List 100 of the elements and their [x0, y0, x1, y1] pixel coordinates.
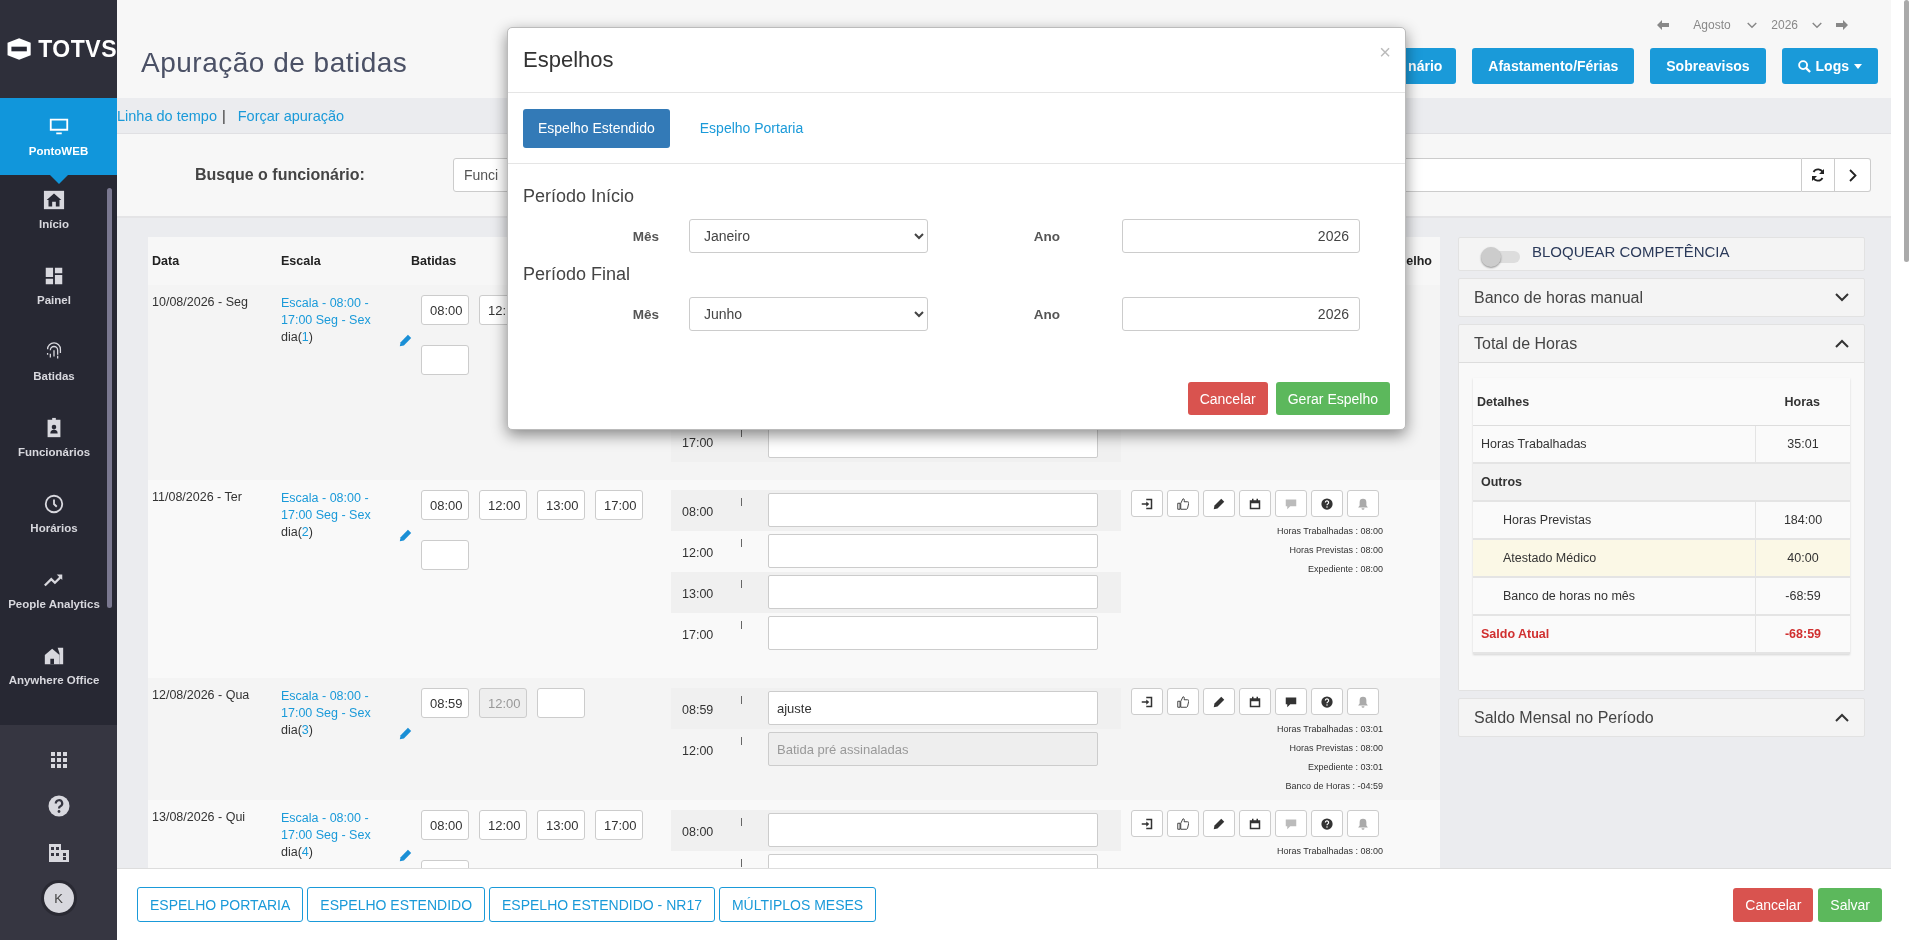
sidebar-item[interactable]: People Analytics: [0, 555, 108, 631]
punch-field[interactable]: 08:59: [421, 688, 469, 718]
sidebar-item[interactable]: Painel: [0, 251, 108, 327]
year-field[interactable]: 2026: [1122, 297, 1360, 331]
building-icon[interactable]: [48, 844, 69, 862]
note-field[interactable]: [768, 616, 1098, 650]
sidebar-item[interactable]: Anywhere Office: [0, 631, 108, 707]
search-icon: [1797, 59, 1811, 73]
chevron-down-icon: [1747, 21, 1758, 29]
help-button[interactable]: [1311, 688, 1343, 715]
calendar-button[interactable]: [1239, 688, 1271, 715]
punch-field[interactable]: 13:00: [537, 490, 585, 520]
calendar-icon: [1249, 497, 1261, 510]
time-label: 08:59: [681, 702, 715, 717]
next-button[interactable]: [1835, 158, 1871, 192]
pencil-icon[interactable]: [399, 727, 412, 740]
arrow-right-icon[interactable]: [1836, 20, 1848, 30]
field-label: Ano: [1032, 306, 1060, 322]
punch-field[interactable]: 12:00: [479, 490, 527, 520]
tab[interactable]: Espelho Estendido: [523, 108, 670, 148]
clock-icon: [43, 493, 65, 515]
comment-button[interactable]: [1275, 688, 1307, 715]
punch-field[interactable]: [421, 345, 469, 375]
scrollbar[interactable]: [1904, 0, 1909, 262]
cancel-button[interactable]: Cancelar: [1187, 382, 1268, 415]
sidebar-item[interactable]: Início: [0, 175, 108, 251]
refresh-button[interactable]: [1802, 158, 1835, 192]
punch-field[interactable]: 08:00: [421, 490, 469, 520]
thumbs-up-icon: [1177, 817, 1189, 830]
page-title: Apuração de batidas: [141, 47, 408, 79]
note-field[interactable]: [768, 493, 1098, 527]
month-select[interactable]: Junho: [689, 297, 928, 331]
comment-icon: [1285, 497, 1297, 510]
thumbs-up-button[interactable]: [1167, 688, 1199, 715]
summary-text: Horas Trabalhadas : 08:00: [1276, 525, 1383, 538]
table-cell: Horas Previstas: [1473, 502, 1756, 538]
pencil-button[interactable]: [1203, 810, 1235, 837]
scrollbar[interactable]: [107, 188, 112, 608]
year-field[interactable]: 2026: [1122, 219, 1360, 253]
accordion-header[interactable]: Saldo Mensal no Período: [1459, 699, 1864, 736]
note-field[interactable]: ajuste: [768, 691, 1098, 725]
help-button[interactable]: [1311, 810, 1343, 837]
home-icon: [43, 189, 65, 211]
punch-field[interactable]: 12:00: [479, 810, 527, 840]
caret-icon: [1854, 63, 1862, 69]
pencil-button[interactable]: [1203, 688, 1235, 715]
column-header: Batidas: [411, 254, 457, 268]
table-cell-text: -68:59: [1784, 588, 1822, 605]
refresh-icon: [1811, 168, 1825, 182]
pencil-icon[interactable]: [399, 849, 412, 862]
exit-button[interactable]: [1131, 490, 1163, 517]
exit-icon: [1141, 695, 1153, 708]
note-field[interactable]: [768, 534, 1098, 568]
help-icon: [1321, 497, 1333, 510]
dialog-title: Espelhos: [523, 47, 614, 73]
calendar-button[interactable]: [1239, 490, 1271, 517]
punch-field[interactable]: 17:00: [595, 810, 643, 840]
punch-field[interactable]: [537, 688, 585, 718]
time-label: 12:00: [681, 545, 715, 560]
table-cell-text: 40:00: [1786, 550, 1820, 567]
day-label: dia(3): [281, 722, 314, 739]
punch-field[interactable]: 17:00: [595, 490, 643, 520]
sidebar-item[interactable]: Batidas: [0, 327, 108, 403]
pencil-icon[interactable]: [399, 334, 412, 347]
punch-field[interactable]: 08:00: [421, 295, 469, 325]
pencil-icon[interactable]: [399, 529, 412, 542]
thumbs-up-button[interactable]: [1167, 490, 1199, 517]
help-icon: [1321, 695, 1333, 708]
accordion-header[interactable]: Banco de horas manual: [1459, 279, 1864, 316]
cancel-button[interactable]: Cancelar: [1733, 887, 1814, 922]
exit-button[interactable]: [1131, 688, 1163, 715]
month-select[interactable]: Janeiro: [689, 219, 928, 253]
sidebar-item[interactable]: Horários: [0, 479, 108, 555]
help-button[interactable]: [1311, 490, 1343, 517]
apps-icon[interactable]: [50, 752, 67, 768]
user-avatar[interactable]: K: [43, 883, 74, 913]
thumbs-up-icon: [1177, 497, 1189, 510]
bell-icon: [1357, 817, 1369, 830]
table-cell-text: Outros: [1480, 474, 1523, 491]
date-cell-text: 12/08/2026 - Qua: [152, 688, 251, 704]
time-label: 12:00: [681, 743, 715, 758]
exit-button[interactable]: [1131, 810, 1163, 837]
note-field[interactable]: [768, 575, 1098, 609]
help-icon[interactable]: [47, 795, 70, 817]
calendar-button[interactable]: [1239, 810, 1271, 837]
sidebar-item[interactable]: Funcionários: [0, 403, 108, 479]
note-field[interactable]: [768, 813, 1098, 847]
search-label: Busque o funcionário:: [195, 166, 366, 184]
calendar-icon: [1249, 817, 1261, 830]
pencil-button[interactable]: [1203, 490, 1235, 517]
punch-field[interactable]: 13:00: [537, 810, 585, 840]
thumbs-up-button[interactable]: [1167, 810, 1199, 837]
separator-text: |: [221, 107, 226, 124]
pencil-icon: [1213, 695, 1225, 708]
summary-text: Banco de Horas : -04:59: [1285, 780, 1383, 793]
punch-field[interactable]: [421, 540, 469, 570]
punch-field[interactable]: 08:00: [421, 810, 469, 840]
table-cell-text: 35:01: [1786, 436, 1820, 453]
arrow-left-icon[interactable]: [1657, 20, 1670, 30]
date-cell-text: 13/08/2026 - Qui: [152, 810, 247, 826]
